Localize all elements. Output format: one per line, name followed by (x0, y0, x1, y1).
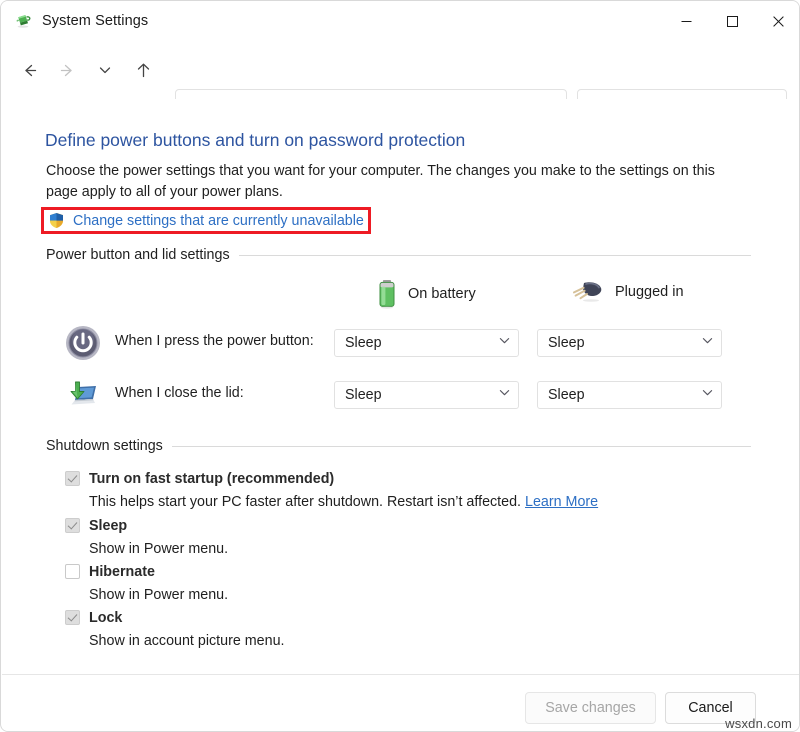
navigation-bar: « Power Op... › System Settings (1, 41, 800, 99)
up-button[interactable] (127, 54, 159, 86)
minimize-button[interactable] (663, 1, 709, 41)
option-description-sleep: Show in Power menu. (89, 539, 725, 559)
caption-button-group (663, 1, 800, 41)
power-plug-icon (571, 279, 605, 305)
title-bar-left: System Settings (1, 12, 148, 30)
section-header-power-button-and-lid: Power button and lid settings (46, 247, 751, 263)
power-options-icon (15, 12, 33, 30)
checkbox-row[interactable]: Turn on fast startup (recommended) (65, 469, 725, 488)
setting-row-close-lid: When I close the lid: Sleep Sleep (63, 381, 743, 409)
section-header-shutdown-settings: Shutdown settings (46, 438, 751, 454)
dropdown-value: Sleep (345, 335, 498, 351)
page-description: Choose the power settings that you want … (46, 161, 736, 203)
title-bar: System Settings (1, 1, 800, 41)
column-header-plugged-in: Plugged in (571, 279, 684, 305)
checkbox-hibernate[interactable] (65, 564, 80, 579)
content-area: Define power buttons and turn on passwor… (1, 99, 800, 674)
option-description-hibernate: Show in Power menu. (89, 585, 725, 605)
option-description-fast-startup: This helps start your PC faster after sh… (89, 492, 725, 512)
back-button[interactable] (13, 54, 45, 86)
battery-icon (376, 279, 398, 309)
checkbox-label-hibernate: Hibernate (89, 564, 155, 580)
checkbox-fast-startup[interactable] (65, 471, 80, 486)
dropdown-close-lid-on-battery[interactable]: Sleep (334, 381, 519, 409)
checkbox-row[interactable]: Hibernate (65, 562, 725, 581)
footer-bar: Save changes Cancel wsxdn.com (2, 674, 800, 732)
setting-row-power-button: When I press the power button: Sleep Sle… (63, 329, 743, 357)
shutdown-option-fast-startup: Turn on fast startup (recommended) This … (65, 469, 725, 512)
section-divider (172, 446, 751, 447)
checkbox-row[interactable]: Sleep (65, 516, 725, 535)
setting-label-power-button: When I press the power button: (115, 333, 314, 349)
description-text: This helps start your PC faster after sh… (89, 494, 521, 510)
section-divider (239, 255, 751, 256)
maximize-button[interactable] (709, 1, 755, 41)
nav-button-group (13, 54, 159, 86)
system-settings-window: System Settings (0, 0, 800, 732)
forward-button[interactable] (51, 54, 83, 86)
shutdown-option-lock: Lock Show in account picture menu. (65, 608, 725, 651)
dropdown-power-button-on-battery[interactable]: Sleep (334, 329, 519, 357)
checkbox-label-lock: Lock (89, 610, 122, 626)
chevron-down-icon (498, 386, 511, 404)
checkbox-label-fast-startup: Turn on fast startup (recommended) (89, 471, 334, 487)
watermark: wsxdn.com (725, 716, 792, 731)
page-title: Define power buttons and turn on passwor… (45, 130, 465, 151)
change-settings-highlight-box: Change settings that are currently unava… (41, 207, 371, 234)
checkbox-lock[interactable] (65, 610, 80, 625)
save-changes-button[interactable]: Save changes (525, 692, 656, 724)
chevron-down-icon (701, 386, 714, 404)
column-header-on-battery: On battery (376, 279, 476, 309)
chevron-down-icon (498, 334, 511, 352)
window-title: System Settings (42, 13, 148, 29)
change-settings-link[interactable]: Change settings that are currently unava… (73, 213, 364, 229)
laptop-lid-close-icon (63, 375, 103, 415)
column-label-plugged-in: Plugged in (615, 284, 684, 300)
recent-locations-button[interactable] (89, 54, 121, 86)
checkbox-row[interactable]: Lock (65, 608, 725, 627)
shutdown-option-sleep: Sleep Show in Power menu. (65, 516, 725, 559)
option-description-lock: Show in account picture menu. (89, 631, 725, 651)
section-title-shutdown: Shutdown settings (46, 438, 163, 454)
learn-more-link[interactable]: Learn More (525, 494, 598, 510)
section-title-power: Power button and lid settings (46, 247, 230, 263)
dropdown-power-button-plugged-in[interactable]: Sleep (537, 329, 722, 357)
close-button[interactable] (755, 1, 800, 41)
shutdown-option-hibernate: Hibernate Show in Power menu. (65, 562, 725, 605)
checkbox-label-sleep: Sleep (89, 518, 127, 534)
setting-label-close-lid: When I close the lid: (115, 385, 244, 401)
uac-shield-icon (48, 212, 65, 229)
chevron-down-icon (701, 334, 714, 352)
dropdown-value: Sleep (548, 387, 701, 403)
checkbox-sleep[interactable] (65, 518, 80, 533)
power-button-icon (63, 323, 103, 363)
dropdown-value: Sleep (345, 387, 498, 403)
dropdown-close-lid-plugged-in[interactable]: Sleep (537, 381, 722, 409)
column-label-on-battery: On battery (408, 286, 476, 302)
dropdown-value: Sleep (548, 335, 701, 351)
